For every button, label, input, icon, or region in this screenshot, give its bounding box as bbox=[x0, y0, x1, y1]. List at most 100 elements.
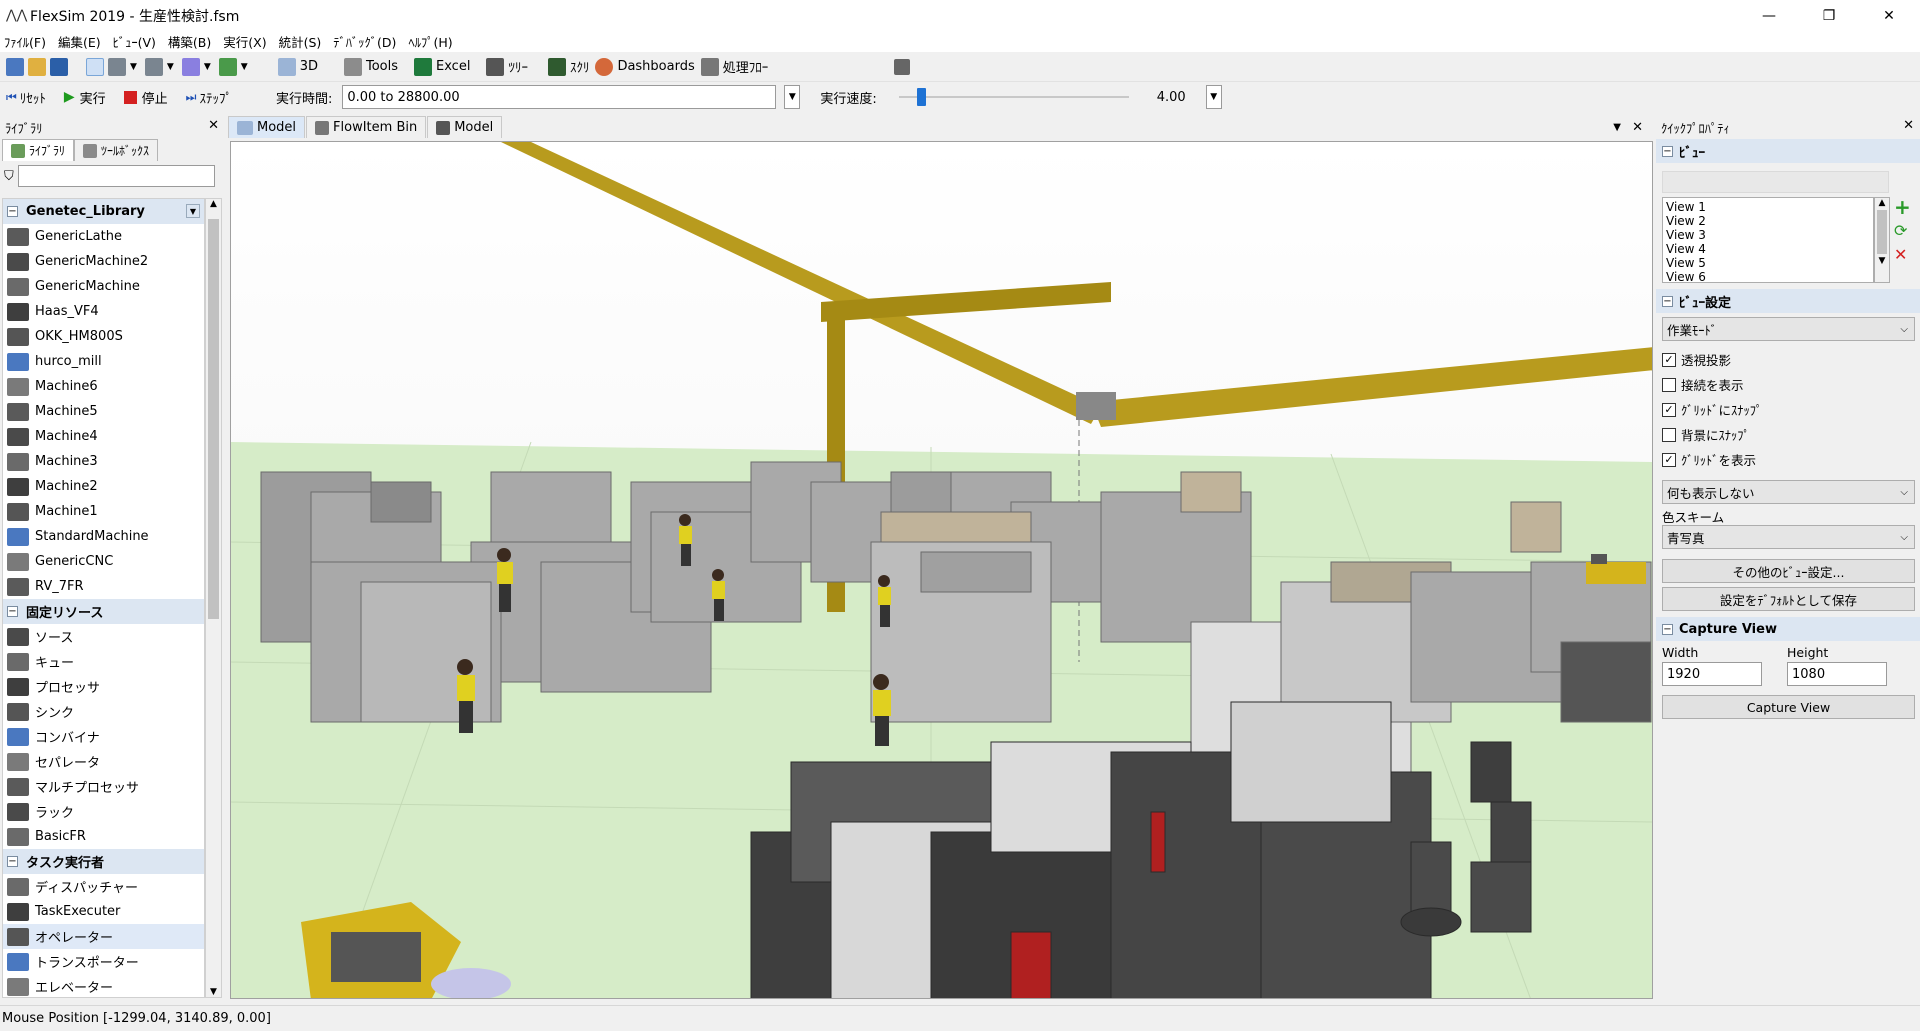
tab-list-dropdown-icon[interactable]: ▼ bbox=[1613, 122, 1621, 133]
display-select[interactable]: 何も表示しない ⌵ bbox=[1662, 480, 1915, 504]
menu-build[interactable]: 構築(B) bbox=[168, 32, 211, 51]
menu-statistics[interactable]: 統計(S) bbox=[279, 32, 322, 51]
view-list-item[interactable]: View 2 bbox=[1663, 214, 1873, 228]
model-3d-viewport[interactable] bbox=[230, 141, 1653, 999]
view-list-item[interactable]: View 3 bbox=[1663, 228, 1873, 242]
library-item[interactable]: マルチプロセッサ bbox=[3, 774, 204, 799]
checkbox-box[interactable]: ✓ bbox=[1662, 452, 1676, 467]
checkbox-snap-background[interactable]: 背景にｽﾅｯﾌﾟ bbox=[1656, 422, 1920, 447]
capture-view-button[interactable]: Capture View bbox=[1662, 695, 1915, 719]
checkbox-snap-grid[interactable]: ✓ ｸﾞﾘｯﾄﾞにｽﾅｯﾌﾟ bbox=[1656, 397, 1920, 422]
collapse-icon[interactable]: − bbox=[7, 856, 18, 867]
library-group-header[interactable]: − Genetec_Library ▼ bbox=[3, 199, 204, 224]
library-item[interactable]: Machine6 bbox=[3, 374, 204, 399]
library-item[interactable]: GenericLathe bbox=[3, 224, 204, 249]
excel-button[interactable]: Excel bbox=[414, 55, 470, 79]
library-item[interactable]: ディスパッチャー bbox=[3, 874, 204, 899]
dashboards-button[interactable]: Dashboards bbox=[595, 55, 695, 79]
library-item[interactable]: ソース bbox=[3, 624, 204, 649]
tab-toolbox[interactable]: ﾂｰﾙﾎﾞｯｸｽ bbox=[74, 139, 159, 161]
view-list-item[interactable]: View 5 bbox=[1663, 256, 1873, 270]
capture-width-input[interactable]: 1920 bbox=[1662, 662, 1762, 686]
tab-model-tree[interactable]: Model bbox=[427, 116, 503, 138]
script-button[interactable]: ｽｸﾘ bbox=[547, 55, 589, 79]
speed-dropdown-button[interactable]: ▼ bbox=[1205, 85, 1222, 109]
object-mode-icon[interactable] bbox=[144, 57, 163, 76]
library-item[interactable]: TaskExecuter bbox=[3, 899, 204, 924]
tab-model[interactable]: Model bbox=[228, 116, 306, 138]
runtime-dropdown-button[interactable]: ▼ bbox=[784, 85, 801, 109]
scroll-up-icon[interactable]: ▲ bbox=[1875, 198, 1889, 208]
library-item[interactable]: OKK_HM800S bbox=[3, 324, 204, 349]
save-as-default-button[interactable]: 設定をﾃﾞﾌｫﾙﾄとして保存 bbox=[1662, 587, 1915, 611]
menu-view[interactable]: ﾋﾞｭｰ(V) bbox=[113, 32, 156, 51]
checkbox-box[interactable] bbox=[1662, 377, 1676, 392]
speed-slider-thumb[interactable] bbox=[917, 88, 927, 106]
scroll-up-icon[interactable]: ▲ bbox=[206, 199, 221, 209]
chevron-down-icon[interactable]: ▼ bbox=[186, 204, 200, 218]
maximize-button[interactable]: ❐ bbox=[1806, 0, 1852, 31]
section-view-header[interactable]: − ﾋﾞｭｰ bbox=[1656, 139, 1920, 163]
tab-flowitem-bin[interactable]: FlowItem Bin bbox=[306, 116, 427, 138]
delete-view-icon[interactable]: ✕ bbox=[1894, 245, 1914, 265]
view-list-item[interactable]: View 4 bbox=[1663, 242, 1873, 256]
close-icon[interactable]: ✕ bbox=[1903, 118, 1914, 133]
library-item[interactable]: GenericMachine2 bbox=[3, 249, 204, 274]
run-button[interactable]: ▶ 実行 bbox=[64, 85, 106, 109]
library-item[interactable]: キュー bbox=[3, 649, 204, 674]
view-name-input[interactable] bbox=[1662, 171, 1889, 193]
add-view-icon[interactable]: + bbox=[1894, 197, 1914, 217]
menu-help[interactable]: ﾍﾙﾌﾟ(H) bbox=[408, 32, 452, 51]
collapse-icon[interactable]: − bbox=[1662, 145, 1673, 157]
mode-select[interactable]: 作業ﾓｰﾄﾞ ⌵ bbox=[1662, 317, 1915, 341]
capture-height-input[interactable]: 1080 bbox=[1787, 662, 1887, 686]
3d-button[interactable]: 3D bbox=[277, 55, 318, 79]
library-item[interactable]: セパレータ bbox=[3, 749, 204, 774]
library-item[interactable]: シンク bbox=[3, 699, 204, 724]
view-list-scrollbar[interactable]: ▲ ▼ bbox=[1874, 197, 1890, 283]
reset-button[interactable]: ⏮ ﾘｾｯﾄ bbox=[6, 85, 46, 109]
runtime-input[interactable]: 0.00 to 28800.00 bbox=[342, 85, 777, 109]
library-item[interactable]: エレベーター bbox=[3, 974, 204, 997]
checkbox-show-connections[interactable]: 接続を表示 bbox=[1656, 372, 1920, 397]
menu-debug[interactable]: ﾃﾞﾊﾞｯｸﾞ(D) bbox=[333, 32, 396, 51]
refresh-view-icon[interactable]: ⟳ bbox=[1894, 221, 1914, 241]
library-item[interactable]: プロセッサ bbox=[3, 674, 204, 699]
view-list-scroll-thumb[interactable] bbox=[1877, 210, 1887, 254]
tree-button[interactable]: ﾂﾘｰ bbox=[486, 55, 528, 79]
connect-mode-icon[interactable] bbox=[108, 57, 126, 76]
speed-slider[interactable] bbox=[889, 85, 1139, 109]
library-item[interactable]: StandardMachine bbox=[3, 524, 204, 549]
close-button[interactable]: ✕ bbox=[1866, 0, 1912, 31]
chevron-down-icon[interactable]: ▼ bbox=[130, 62, 137, 72]
menu-file[interactable]: ﾌｧｲﾙ(F) bbox=[4, 32, 46, 51]
library-item[interactable]: Machine5 bbox=[3, 399, 204, 424]
open-folder-icon[interactable] bbox=[28, 57, 46, 76]
stop-button[interactable]: 停止 bbox=[123, 85, 168, 109]
library-group-header[interactable]: − 固定リソース bbox=[3, 599, 204, 624]
step-button[interactable]: ⏭ ｽﾃｯﾌﾟ bbox=[186, 85, 232, 109]
library-item[interactable]: コンバイナ bbox=[3, 724, 204, 749]
checkbox-box[interactable] bbox=[1662, 427, 1676, 442]
collapse-icon[interactable]: − bbox=[1662, 623, 1673, 635]
chevron-down-icon[interactable]: ▼ bbox=[241, 62, 248, 72]
library-item[interactable]: Haas_VF4 bbox=[3, 299, 204, 324]
close-icon[interactable]: ✕ bbox=[208, 118, 219, 133]
chevron-down-icon[interactable]: ▼ bbox=[204, 62, 211, 72]
selection-mode-icon[interactable] bbox=[218, 57, 237, 76]
checkbox-box[interactable]: ✓ bbox=[1662, 352, 1676, 367]
section-capture-view-header[interactable]: − Capture View bbox=[1656, 617, 1920, 641]
scroll-down-icon[interactable]: ▼ bbox=[206, 987, 221, 997]
section-view-settings-header[interactable]: − ﾋﾞｭｰ設定 bbox=[1656, 289, 1920, 313]
collapse-icon[interactable]: − bbox=[7, 606, 18, 617]
pointer-mode-icon[interactable] bbox=[86, 57, 104, 76]
network-icon[interactable] bbox=[894, 58, 911, 75]
close-icon[interactable]: ✕ bbox=[1632, 120, 1643, 135]
checkbox-show-grid[interactable]: ✓ ｸﾞﾘｯﾄﾞを表示 bbox=[1656, 447, 1920, 472]
menu-edit[interactable]: 編集(E) bbox=[58, 32, 101, 51]
tab-library[interactable]: ﾗｲﾌﾞﾗﾘ bbox=[2, 139, 75, 161]
library-item[interactable]: GenericCNC bbox=[3, 549, 204, 574]
library-search-input[interactable] bbox=[17, 165, 215, 187]
library-item[interactable]: BasicFR bbox=[3, 824, 204, 849]
scroll-down-icon[interactable]: ▼ bbox=[1875, 256, 1889, 266]
